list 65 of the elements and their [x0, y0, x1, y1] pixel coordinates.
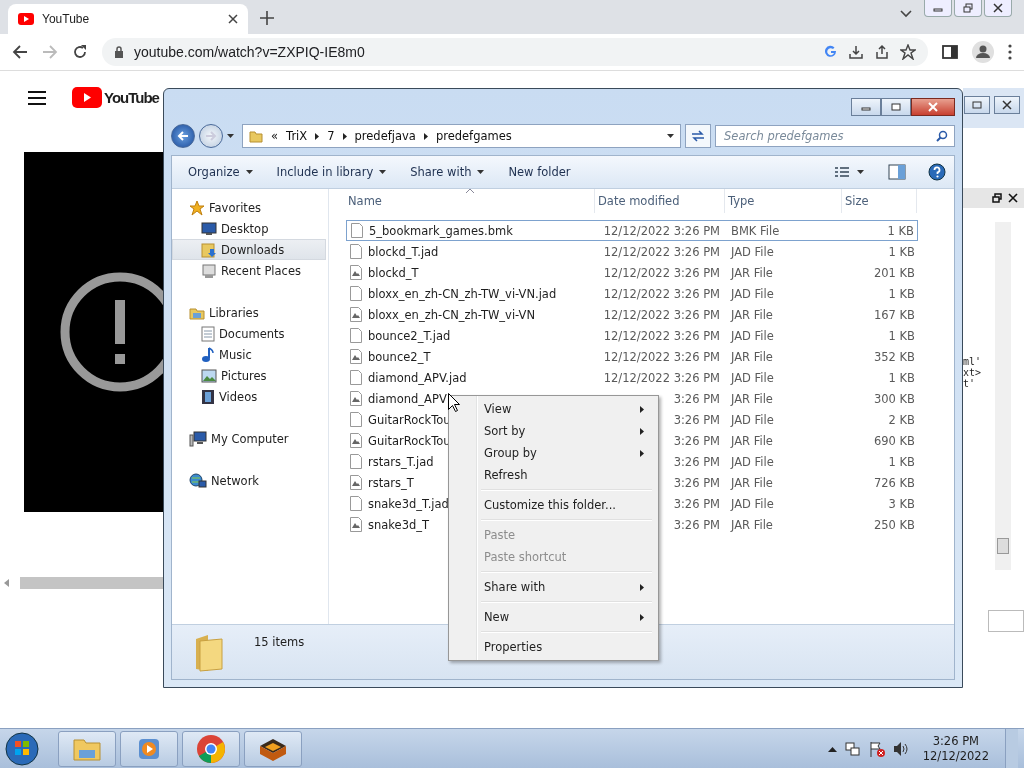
date-cell-text: 3:26 PM	[672, 390, 721, 408]
code-line: ml'	[963, 356, 982, 367]
type-cell-text: JAD File	[729, 453, 775, 471]
size-cell-text: 201 KB	[872, 264, 916, 282]
type-cell: BMK File	[726, 220, 843, 241]
type-cell-text: JAR File	[729, 264, 774, 282]
file-name: diamond_APV.jad	[368, 370, 467, 385]
type-cell-text: JAR File	[729, 306, 774, 324]
size-cell-text: 1 KB	[887, 453, 916, 471]
file-name: GuitarRockTou	[368, 433, 451, 448]
date-cell-text: 3:26 PM	[672, 432, 721, 450]
date-cell-text: 12/12/2022 3:26 PM	[602, 369, 721, 387]
size-cell: 1 KB	[843, 220, 918, 241]
size-cell-text: 300 KB	[872, 390, 916, 408]
size-cell-text: 726 KB	[872, 474, 916, 492]
file-name: snake3d_T.jad	[368, 496, 449, 511]
clock-date: 12/12/2022	[922, 748, 989, 764]
date-cell-text: 12/12/2022 3:26 PM	[602, 264, 721, 282]
file-name: bounce2_T	[368, 349, 431, 364]
file-name: diamond_APV	[368, 391, 447, 406]
size-cell-text: 2 KB	[887, 411, 916, 429]
type-cell-text: JAR File	[729, 516, 774, 534]
size-cell-text: 690 KB	[872, 432, 916, 450]
date-cell-text: 3:26 PM	[672, 453, 721, 471]
size-cell-text: 1 KB	[887, 369, 916, 387]
code-line: xt>	[963, 367, 982, 378]
type-cell-text: JAD File	[729, 285, 775, 303]
date-cell-text: 12/12/2022 3:26 PM	[602, 285, 721, 303]
size-cell-text: 167 KB	[872, 306, 916, 324]
size-cell-text: 3 KB	[887, 495, 916, 513]
file-name: rstars_T.jad	[368, 454, 434, 469]
clock-time: 3:26 PM	[932, 733, 979, 749]
date-cell-text: 3:26 PM	[672, 411, 721, 429]
size-cell-text: 1 KB	[887, 243, 916, 261]
file-name: blockd_T	[368, 265, 419, 280]
size-cell-text: 1 KB	[887, 285, 916, 303]
file-name: snake3d_T	[368, 517, 430, 532]
date-cell-text: 3:26 PM	[672, 516, 721, 534]
type-cell-text: JAD File	[729, 243, 775, 261]
type-cell-text: JAR File	[729, 432, 774, 450]
date-cell: 12/12/2022 3:26 PM	[596, 220, 726, 241]
type-cell-text: JAR File	[729, 390, 774, 408]
file-name: bounce2_T.jad	[368, 328, 451, 343]
size-cell-text: 250 KB	[872, 516, 916, 534]
file-name: bloxx_en_zh-CN_zh-TW_vi-VN.jad	[368, 286, 557, 301]
date-cell-text: 12/12/2022 3:26 PM	[602, 327, 721, 345]
type-cell-text: JAD File	[729, 369, 775, 387]
type-cell-text: JAD File	[729, 327, 775, 345]
date-cell-text: 12/12/2022 3:26 PM	[602, 348, 721, 366]
file-name: 5_bookmark_games.bmk	[369, 223, 513, 238]
size-cell-text: 352 KB	[872, 348, 916, 366]
date-cell-text: 12/12/2022 3:26 PM	[602, 243, 721, 261]
file-name: bloxx_en_zh-CN_zh-TW_vi-VN	[368, 307, 536, 322]
type-cell-text: JAD File	[729, 411, 775, 429]
size-cell-text: 1 KB	[887, 327, 916, 345]
date-cell-text: 12/12/2022 3:26 PM	[602, 306, 721, 324]
file-name: blockd_T.jad	[368, 244, 439, 259]
type-cell-text: JAR File	[729, 348, 774, 366]
file-name: GuitarRockTou	[368, 412, 451, 427]
code-line: t'	[963, 378, 977, 389]
item-count: 15 items	[254, 635, 305, 649]
type-cell-text: JAD File	[729, 495, 775, 513]
date-cell-text: 3:26 PM	[672, 474, 721, 492]
type-cell-text: JAR File	[729, 474, 774, 492]
file-name: rstars_T	[368, 475, 414, 490]
